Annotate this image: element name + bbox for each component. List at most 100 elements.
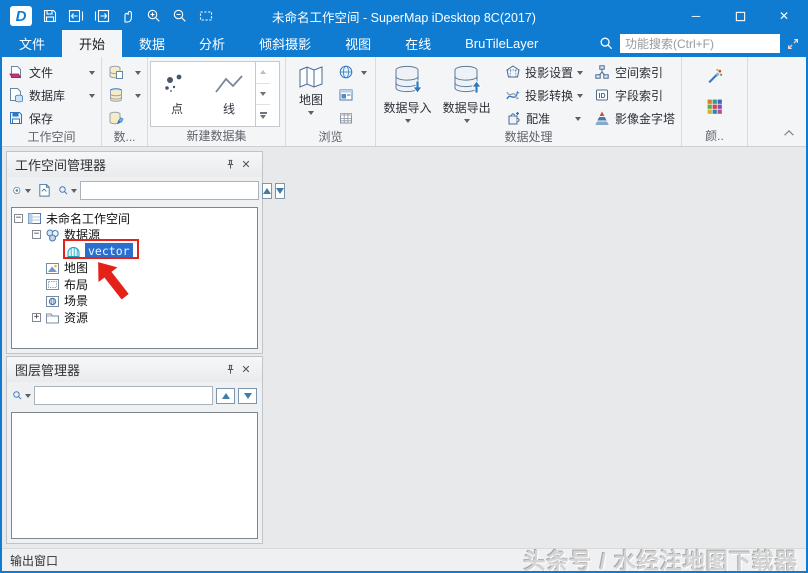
move-up-button[interactable] [216,387,235,404]
register-icon [505,110,522,127]
attribute-table-button[interactable] [334,107,371,130]
style-wand-button[interactable] [702,61,727,91]
move-up-button[interactable] [262,182,272,199]
save-workspace-button[interactable]: 保存 [4,107,99,130]
pin-icon[interactable] [222,157,238,173]
ribbon-tabbar: 文件 开始 数据 分析 倾斜摄影 视图 在线 BruTileLayer [2,30,806,57]
expand-icon[interactable] [786,37,800,51]
collapse-box[interactable]: − [14,213,23,223]
layer-search-input[interactable] [34,386,213,405]
display-options-button[interactable] [12,182,31,200]
open-datasource-button[interactable] [104,84,145,107]
minimize-button[interactable]: ─ [674,2,718,30]
workspace-panel-toolbar [7,177,285,204]
new-point-dataset-button[interactable]: 点 [151,62,203,126]
full-extent-icon [199,11,212,21]
pan-button[interactable] [119,8,136,25]
tab-online[interactable]: 在线 [388,30,448,57]
nav-forward-button[interactable] [93,8,110,25]
zoom-out-button[interactable] [171,8,188,25]
tab-data[interactable]: 数据 [122,30,182,57]
close-panel-icon[interactable]: ✕ [238,157,254,173]
gallery-scroll-down[interactable] [256,84,270,106]
save-button[interactable] [41,8,58,25]
search-layers-button[interactable] [12,387,31,405]
tab-oblique[interactable]: 倾斜摄影 [242,30,328,57]
quick-access-toolbar: D [2,6,214,26]
field-index-icon: ID [594,87,611,104]
full-extent-button[interactable] [197,8,214,25]
file-button[interactable]: 文件 [4,61,99,84]
gallery-scroll-up[interactable] [256,62,270,84]
new-line-dataset-button[interactable]: 线 [203,62,255,126]
projection-settings-button[interactable]: 投影设置 [501,61,585,84]
modify-datasource-button[interactable] [104,107,145,130]
move-down-button[interactable] [238,387,257,404]
point-dataset-icon [165,74,182,92]
gallery-scrollbar [255,62,270,126]
group-workspace: 文件 数据库 保存 工作空间 [2,57,102,146]
maximize-button[interactable] [718,2,762,30]
data-export-button[interactable]: 数据导出 [437,60,496,123]
dropdown-caret [89,70,95,75]
group-label-workspace: 工作空间 [27,130,76,144]
datasource-new-icon [108,64,125,81]
tab-home[interactable]: 开始 [62,30,123,57]
collapse-box[interactable]: − [32,230,41,240]
color-scheme-button[interactable] [702,91,727,121]
dropdown-caret [308,111,314,115]
pin-icon[interactable] [222,362,238,378]
ribbon: 文件 数据库 保存 工作空间 数... 点 线 新建数据集 地图 浏览 数据导入… [2,57,806,147]
tree-item-resources[interactable]: + 资源 [14,309,257,326]
workspace-search-input[interactable] [80,181,259,200]
workspace-tree: − 未命名工作空间 − 数据源 vector 地图 布局 场景 + 资源 [12,208,257,326]
move-down-button[interactable] [275,182,285,199]
database-file-icon [8,87,25,104]
group-label-new-dataset: 新建数据集 [186,129,247,143]
save-icon [43,9,56,23]
tab-view[interactable]: 视图 [328,30,388,57]
dropdown-caret [361,70,367,75]
close-button[interactable]: ✕ [762,2,806,30]
dropdown-caret [575,116,582,121]
spatial-index-button[interactable]: 空间索引 [590,61,679,84]
new-file-datasource-button[interactable] [104,61,145,84]
output-window-label[interactable]: 输出窗口 [10,552,58,569]
dropdown-caret [404,119,411,123]
data-import-button[interactable]: 数据导入 [378,60,437,123]
dropdown-caret [25,188,31,193]
image-pyramid-icon [594,110,611,127]
nav-back-button[interactable] [67,8,84,25]
image-pyramid-button[interactable]: 影像金字塔 [590,107,679,130]
tree-item-scenes[interactable]: 场景 [14,293,257,310]
color-grid-icon [706,98,723,115]
function-search-input[interactable] [620,34,780,53]
dropdown-caret [577,70,584,75]
gallery-expand[interactable] [256,105,270,126]
tree-item-workspace-root[interactable]: − 未命名工作空间 [14,210,257,227]
database-button[interactable]: 数据库 [4,84,99,107]
tab-brutilelayer[interactable]: BruTileLayer [448,30,555,57]
close-panel-icon[interactable]: ✕ [238,362,254,378]
preview-button[interactable] [37,182,52,200]
layer-list-container [11,412,258,539]
projection-convert-icon [505,87,521,104]
statusbar: 输出窗口 头条号 / 水经注地图下载器 [2,548,806,571]
workspace-panel-title: 工作空间管理器 [15,158,107,173]
zoom-in-button[interactable] [145,8,162,25]
register-button[interactable]: 配准 [501,107,585,130]
resources-folder-icon [45,310,60,324]
search-tree-button[interactable] [58,182,77,200]
nav-forward-icon [94,9,109,23]
projection-convert-button[interactable]: 投影转换 [501,84,585,107]
scene-button[interactable] [334,61,371,84]
collapse-ribbon-chevron[interactable] [782,126,796,140]
tab-analysis[interactable]: 分析 [182,30,242,57]
data-import-icon [391,64,425,96]
dropdown-caret [135,70,141,75]
layout-button[interactable] [334,84,371,107]
field-index-button[interactable]: ID 字段索引 [590,84,679,107]
map-button[interactable]: 地图 [288,60,334,115]
tab-file[interactable]: 文件 [2,30,62,57]
expand-box[interactable]: + [32,312,41,322]
